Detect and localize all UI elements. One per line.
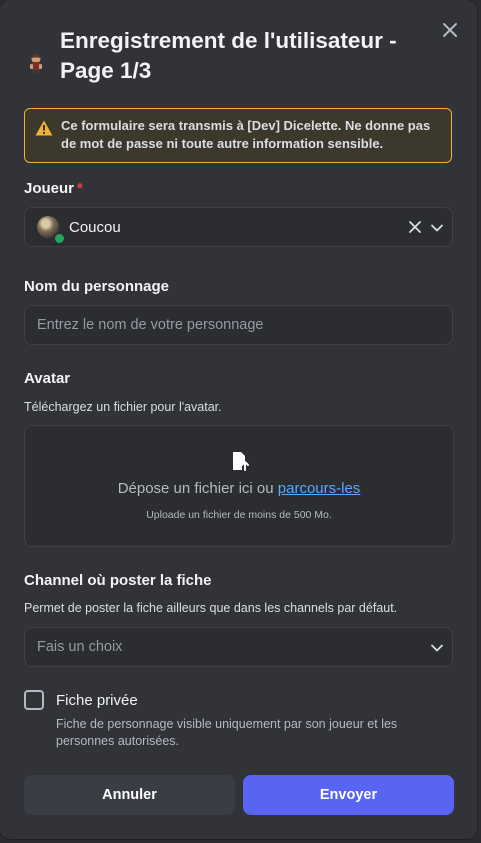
registration-modal: Enregistrement de l'utilisateur - Page 1… <box>0 0 477 839</box>
close-icon <box>443 23 457 37</box>
player-select[interactable]: Coucou <box>24 207 453 247</box>
avatar-description: Téléchargez un fichier pour l'avatar. <box>24 400 222 414</box>
chevron-down-icon[interactable] <box>430 221 444 235</box>
channel-placeholder: Fais un choix <box>37 639 123 655</box>
chevron-down-icon[interactable] <box>430 641 444 655</box>
private-sheet-label[interactable]: Fiche privée <box>56 692 138 709</box>
clear-icon[interactable] <box>408 220 422 234</box>
required-marker: * <box>77 180 83 197</box>
drop-text: Dépose un fichier ici ou <box>117 480 278 497</box>
bot-avatar-icon <box>30 54 42 74</box>
selected-player: Coucou <box>69 219 121 236</box>
warning-text: Ce formulaire sera transmis à [Dev] Dice… <box>61 118 431 151</box>
warning-banner: Ce formulaire sera transmis à [Dev] Dice… <box>24 108 452 163</box>
player-label-text: Joueur <box>24 180 75 197</box>
file-upload-icon <box>233 452 249 471</box>
avatar-label: Avatar <box>24 370 71 387</box>
close-button[interactable] <box>436 16 464 44</box>
submit-button[interactable]: Envoyer <box>243 775 454 815</box>
channel-description: Permet de poster la fiche ailleurs que d… <box>24 601 398 615</box>
private-sheet-checkbox[interactable] <box>24 690 44 710</box>
avatar-dropzone[interactable]: Dépose un fichier ici ou parcours-les Up… <box>24 425 454 547</box>
upload-size-hint: Uploade un fichier de moins de 500 Mo. <box>146 509 332 521</box>
modal-header: Enregistrement de l'utilisateur - Page 1… <box>24 26 404 86</box>
character-name-label: Nom du personnage <box>24 278 170 295</box>
private-sheet-description: Fiche de personnage visible uniquement p… <box>56 717 398 748</box>
warning-triangle-icon <box>35 120 53 136</box>
modal-title: Enregistrement de l'utilisateur - Page 1… <box>60 28 397 83</box>
channel-select[interactable]: Fais un choix <box>24 627 453 667</box>
player-label: Joueur * <box>24 180 83 197</box>
drop-instructions: Dépose un fichier ici ou parcours-les <box>25 480 453 497</box>
online-status-icon <box>53 232 66 245</box>
cancel-button[interactable]: Annuler <box>24 775 235 815</box>
character-name-input[interactable]: Entrez le nom de votre personnage <box>24 305 453 345</box>
channel-label: Channel où poster la fiche <box>24 572 212 589</box>
browse-link[interactable]: parcours-les <box>278 480 361 497</box>
